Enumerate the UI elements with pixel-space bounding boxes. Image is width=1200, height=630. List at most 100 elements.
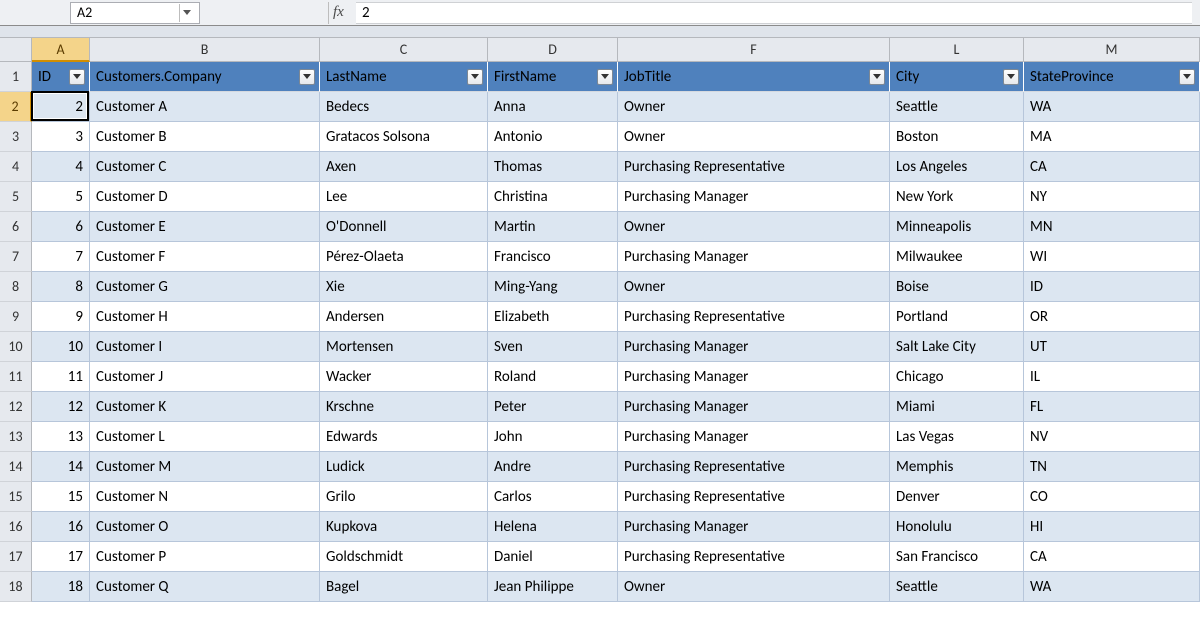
row-header-4[interactable]: 4 [0,152,32,182]
data-cell[interactable]: New York [890,182,1024,212]
data-cell[interactable]: Chicago [890,362,1024,392]
data-cell[interactable]: Minneapolis [890,212,1024,242]
data-cell[interactable]: Customer J [90,362,320,392]
column-header-F[interactable]: F [618,38,890,62]
data-cell[interactable]: San Francisco [890,542,1024,572]
data-cell[interactable]: 11 [32,362,90,392]
data-cell[interactable]: O'Donnell [320,212,488,242]
data-cell[interactable]: Goldschmidt [320,542,488,572]
data-cell[interactable]: Gratacos Solsona [320,122,488,152]
data-cell[interactable]: Purchasing Manager [618,242,890,272]
table-header-cell[interactable]: JobTitle [618,62,890,92]
fx-icon[interactable]: fx [328,2,352,24]
data-cell[interactable]: 17 [32,542,90,572]
data-cell[interactable]: Purchasing Manager [618,392,890,422]
data-cell[interactable]: Purchasing Representative [618,542,890,572]
data-cell[interactable]: Customer A [90,92,320,122]
data-cell[interactable]: Purchasing Manager [618,362,890,392]
formula-input[interactable] [356,2,1192,24]
data-cell[interactable]: CA [1024,542,1200,572]
filter-dropdown-icon[interactable] [1003,69,1019,85]
data-cell[interactable]: Customer I [90,332,320,362]
data-cell[interactable]: Customer D [90,182,320,212]
table-header-cell[interactable]: LastName [320,62,488,92]
data-cell[interactable]: Customer K [90,392,320,422]
row-header-2[interactable]: 2 [0,92,32,122]
data-cell[interactable]: Owner [618,272,890,302]
data-cell[interactable]: WA [1024,92,1200,122]
data-cell[interactable]: 14 [32,452,90,482]
data-cell[interactable]: Owner [618,572,890,602]
data-cell[interactable]: Pérez-Olaeta [320,242,488,272]
row-header-14[interactable]: 14 [0,452,32,482]
data-cell[interactable]: Bedecs [320,92,488,122]
row-header-7[interactable]: 7 [0,242,32,272]
data-cell[interactable]: 12 [32,392,90,422]
data-cell[interactable]: Purchasing Manager [618,512,890,542]
filter-dropdown-icon[interactable] [467,69,483,85]
data-cell[interactable]: Kupkova [320,512,488,542]
row-header-18[interactable]: 18 [0,572,32,602]
data-cell[interactable]: Customer H [90,302,320,332]
data-cell[interactable]: Customer N [90,482,320,512]
column-header-C[interactable]: C [320,38,488,62]
data-cell[interactable]: 18 [32,572,90,602]
data-cell[interactable]: Purchasing Representative [618,302,890,332]
data-cell[interactable]: Roland [488,362,618,392]
data-cell[interactable]: Edwards [320,422,488,452]
column-header-B[interactable]: B [90,38,320,62]
data-cell[interactable]: TN [1024,452,1200,482]
data-cell[interactable]: 16 [32,512,90,542]
row-header-1[interactable]: 1 [0,62,32,92]
filter-dropdown-icon[interactable] [1179,69,1195,85]
data-cell[interactable]: Bagel [320,572,488,602]
data-cell[interactable]: Ludick [320,452,488,482]
data-cell[interactable]: Customer O [90,512,320,542]
data-cell[interactable]: 3 [32,122,90,152]
data-cell[interactable]: Peter [488,392,618,422]
data-cell[interactable]: Customer E [90,212,320,242]
data-cell[interactable]: CA [1024,152,1200,182]
data-cell[interactable]: Thomas [488,152,618,182]
column-header-L[interactable]: L [890,38,1024,62]
row-header-6[interactable]: 6 [0,212,32,242]
data-cell[interactable]: Honolulu [890,512,1024,542]
row-header-11[interactable]: 11 [0,362,32,392]
data-cell[interactable]: 15 [32,482,90,512]
column-header-A[interactable]: A [32,38,90,62]
filter-dropdown-icon[interactable] [69,69,85,85]
data-cell[interactable]: John [488,422,618,452]
data-cell[interactable]: Carlos [488,482,618,512]
data-cell[interactable]: FL [1024,392,1200,422]
data-cell[interactable]: Salt Lake City [890,332,1024,362]
data-cell[interactable]: Lee [320,182,488,212]
data-cell[interactable]: Portland [890,302,1024,332]
name-box-dropdown-icon[interactable] [179,4,193,22]
data-cell[interactable]: 2 [32,92,90,122]
data-cell[interactable]: ID [1024,272,1200,302]
table-header-cell[interactable]: City [890,62,1024,92]
data-cell[interactable]: 7 [32,242,90,272]
data-cell[interactable]: Sven [488,332,618,362]
row-header-12[interactable]: 12 [0,392,32,422]
data-cell[interactable]: Purchasing Manager [618,422,890,452]
data-cell[interactable]: Purchasing Representative [618,452,890,482]
data-cell[interactable]: Seattle [890,92,1024,122]
name-box[interactable]: A2 [70,2,200,24]
data-cell[interactable]: Customer L [90,422,320,452]
row-header-13[interactable]: 13 [0,422,32,452]
data-cell[interactable]: 5 [32,182,90,212]
table-header-cell[interactable]: ID [32,62,90,92]
column-header-D[interactable]: D [488,38,618,62]
data-cell[interactable]: 9 [32,302,90,332]
data-cell[interactable]: Customer G [90,272,320,302]
data-cell[interactable]: Grilo [320,482,488,512]
data-cell[interactable]: Wacker [320,362,488,392]
data-cell[interactable]: Owner [618,122,890,152]
data-cell[interactable]: Elizabeth [488,302,618,332]
data-cell[interactable]: 10 [32,332,90,362]
row-header-5[interactable]: 5 [0,182,32,212]
data-cell[interactable]: Ming-Yang [488,272,618,302]
data-cell[interactable]: Daniel [488,542,618,572]
data-cell[interactable]: Francisco [488,242,618,272]
